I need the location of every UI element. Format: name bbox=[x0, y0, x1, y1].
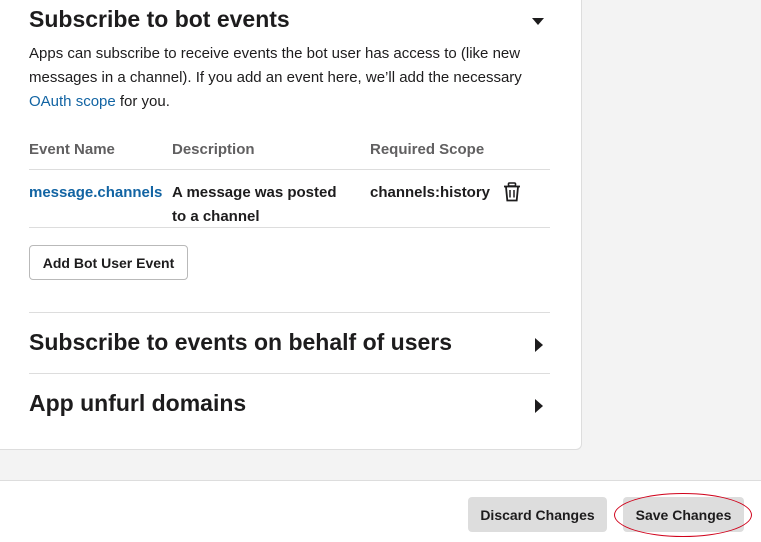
bot-events-title: Subscribe to bot events bbox=[29, 6, 290, 32]
section-divider bbox=[29, 373, 550, 374]
table-divider bbox=[29, 227, 550, 228]
discard-changes-button[interactable]: Discard Changes bbox=[468, 497, 607, 532]
add-bot-user-event-button[interactable]: Add Bot User Event bbox=[29, 245, 188, 280]
trash-icon[interactable] bbox=[503, 182, 521, 202]
save-changes-button[interactable]: Save Changes bbox=[623, 497, 744, 532]
caret-right-icon[interactable] bbox=[530, 396, 550, 416]
bot-events-description: Apps can subscribe to receive events the… bbox=[29, 42, 554, 114]
table-divider bbox=[29, 169, 550, 170]
column-header-description: Description bbox=[172, 141, 255, 158]
caret-right-icon[interactable] bbox=[530, 335, 550, 355]
event-required-scope: channels:history bbox=[370, 184, 491, 201]
user-events-title[interactable]: Subscribe to events on behalf of users bbox=[29, 329, 452, 356]
column-header-event-name: Event Name bbox=[29, 141, 115, 158]
unfurl-domains-title[interactable]: App unfurl domains bbox=[29, 390, 246, 417]
event-name-link[interactable]: message.channels bbox=[29, 181, 162, 205]
section-divider bbox=[29, 312, 550, 313]
event-description: A message was posted to a channel bbox=[172, 184, 337, 225]
column-header-required-scope: Required Scope bbox=[370, 141, 485, 158]
description-text: Apps can subscribe to receive events the… bbox=[29, 45, 522, 86]
oauth-scope-link[interactable]: OAuth scope bbox=[29, 93, 116, 110]
event-subscriptions-card: Subscribe to bot events Apps can subscri… bbox=[0, 0, 582, 450]
caret-down-icon[interactable] bbox=[528, 12, 548, 32]
description-text-end: for you. bbox=[115, 93, 170, 110]
